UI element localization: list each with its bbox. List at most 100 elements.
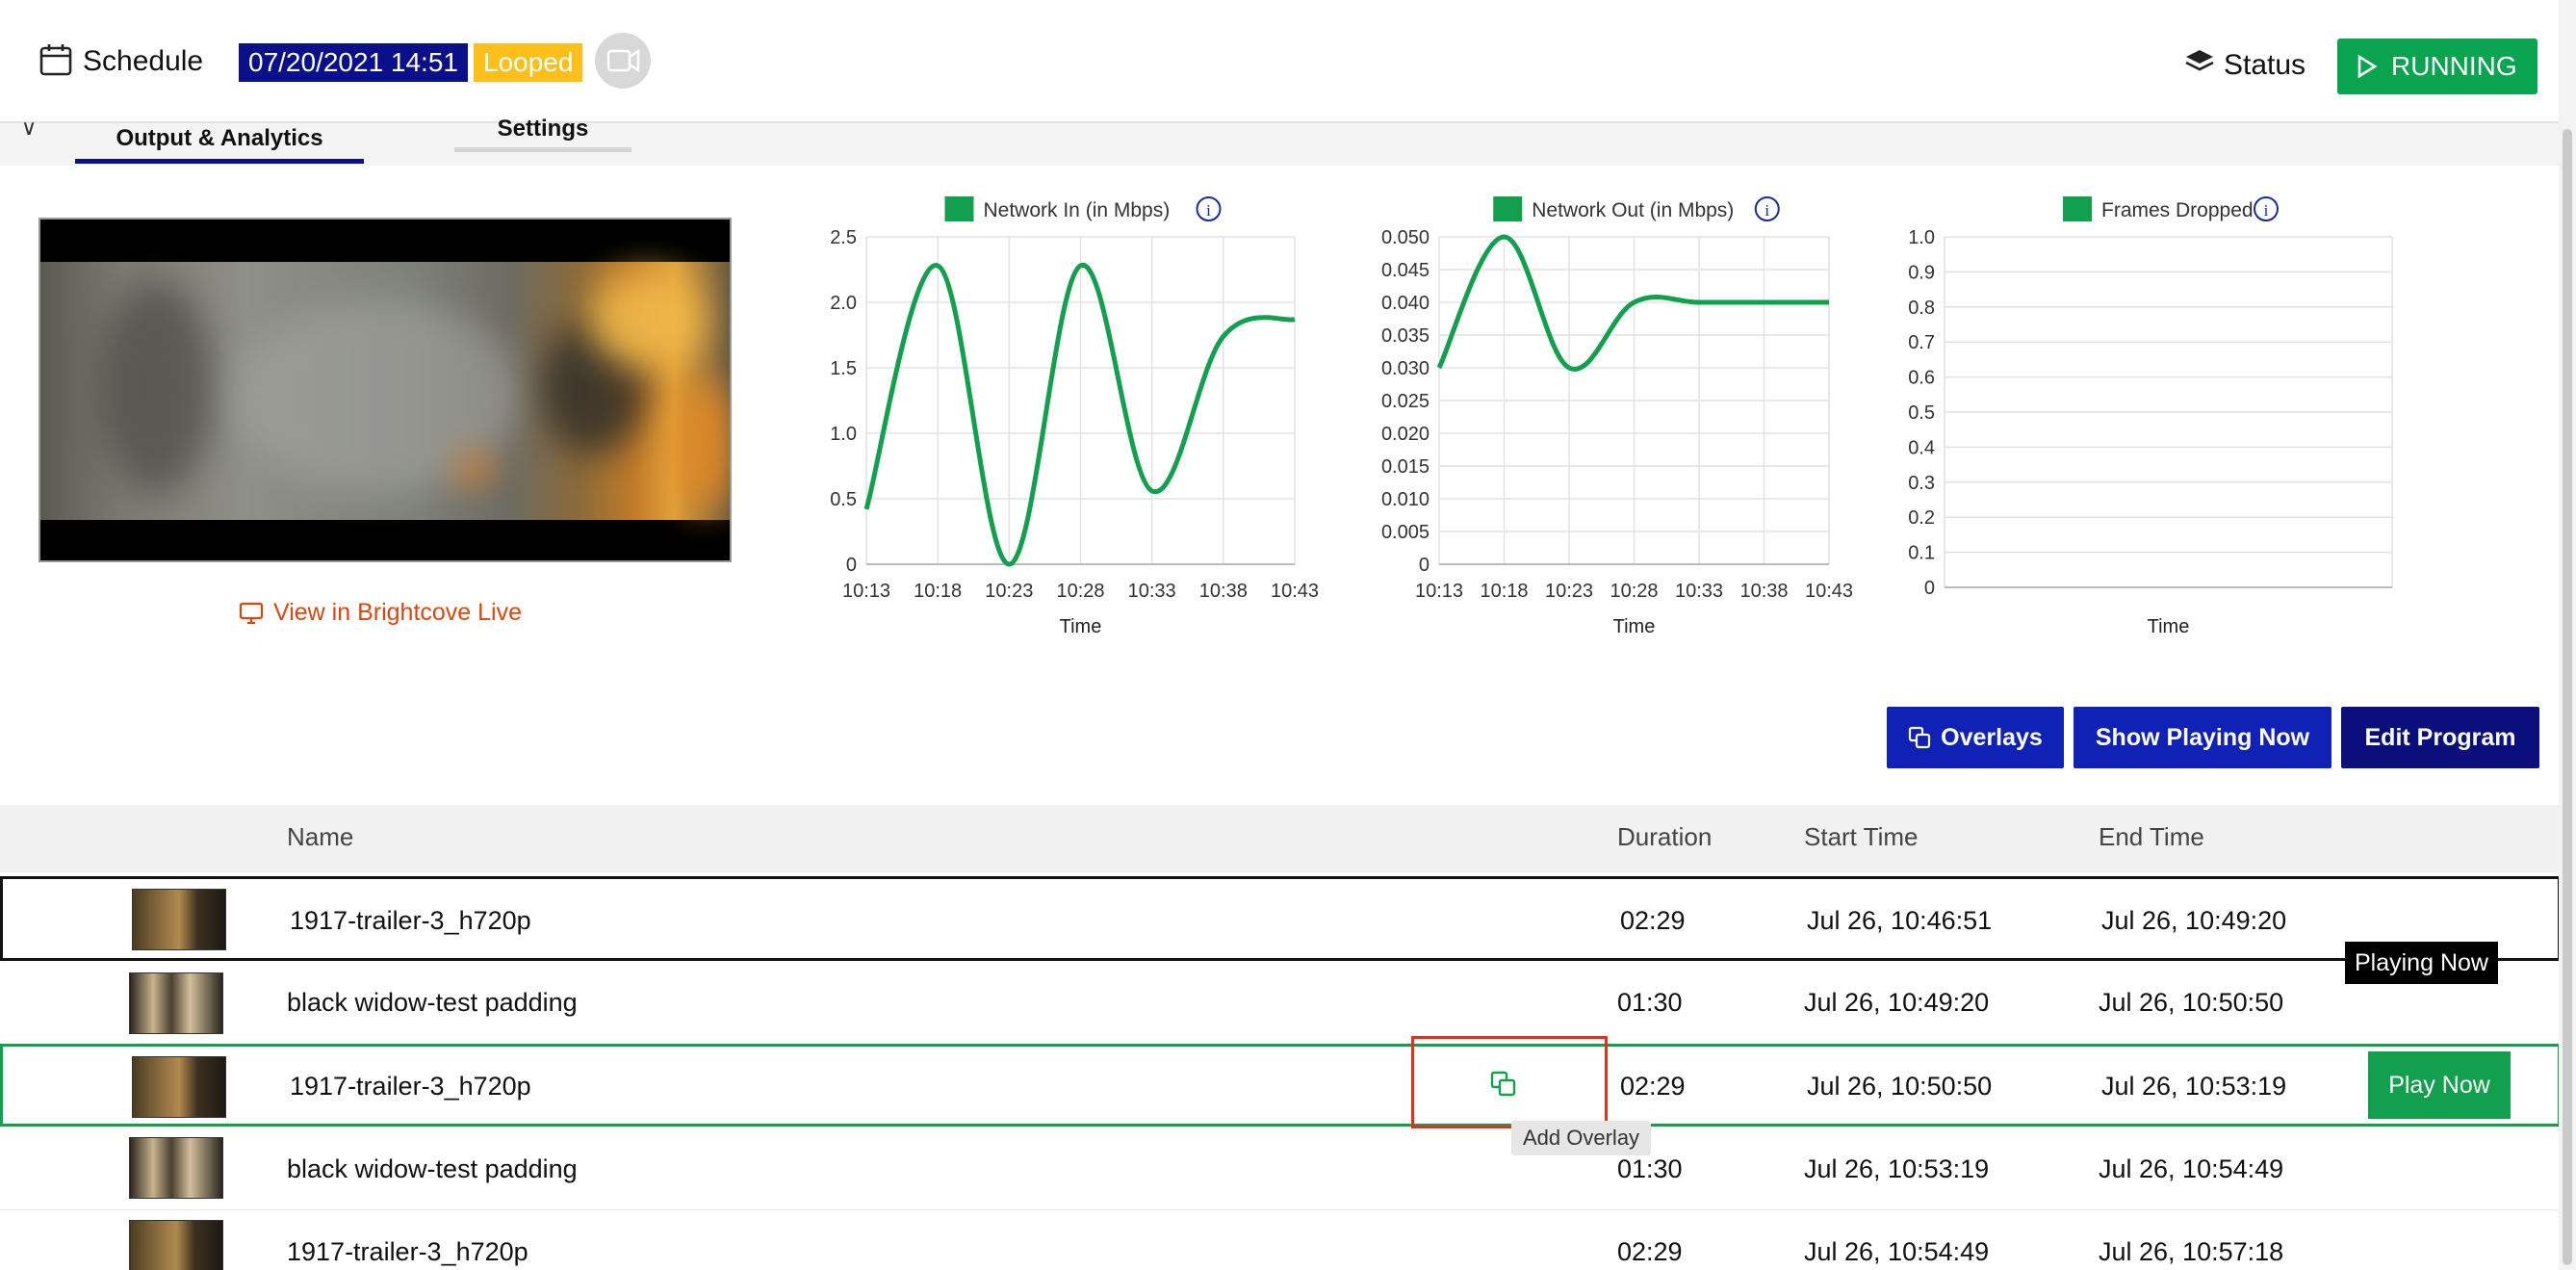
camera-button[interactable] bbox=[595, 33, 651, 89]
scrollbar-thumb[interactable] bbox=[2563, 129, 2572, 1265]
svg-text:i: i bbox=[1206, 201, 1211, 220]
table-row[interactable]: black widow-test padding 01:30 Jul 26, 10:… bbox=[0, 1127, 2561, 1209]
y-tick-label: 0 bbox=[846, 555, 857, 576]
legend-swatch bbox=[944, 196, 974, 221]
play-now-button[interactable]: Play Now bbox=[2368, 1051, 2511, 1119]
layers-icon bbox=[2185, 50, 2214, 71]
row-name: 1917-trailer-3_h720p bbox=[287, 1237, 528, 1266]
row-start: Jul 26, 10:54:49 bbox=[1804, 1237, 1990, 1266]
legend-label: Network In (in Mbps) bbox=[984, 199, 1171, 221]
tab-settings[interactable]: Settings bbox=[454, 110, 631, 152]
x-tick-label: 10:33 bbox=[1675, 581, 1723, 602]
video-camera-icon bbox=[606, 48, 640, 73]
legend-label: Network Out (in Mbps) bbox=[1532, 199, 1734, 221]
view-in-brightcove-link[interactable]: View in Brightcove Live bbox=[239, 599, 522, 627]
column-header-start-time[interactable]: Start Time bbox=[1804, 822, 1918, 852]
y-tick-label: 0.025 bbox=[1381, 391, 1430, 412]
y-tick-label: 0.6 bbox=[1908, 368, 1935, 389]
table-row[interactable]: black widow-test padding 01:30 Jul 26, 10:… bbox=[0, 963, 2561, 1046]
schedule-label[interactable]: Schedule bbox=[83, 42, 203, 81]
row-thumbnail bbox=[129, 1220, 223, 1270]
row-end: Jul 26, 10:54:49 bbox=[2099, 1154, 2284, 1183]
y-tick-label: 0.005 bbox=[1381, 522, 1430, 543]
row-start: Jul 26, 10:46:51 bbox=[1807, 906, 1993, 935]
info-icon[interactable]: i bbox=[1754, 196, 1780, 221]
x-tick-label: 10:18 bbox=[914, 581, 962, 602]
tab-output-analytics[interactable]: Output & Analytics bbox=[75, 117, 364, 164]
monitor-icon bbox=[239, 602, 264, 624]
info-icon[interactable]: i bbox=[1196, 196, 1222, 221]
x-tick-label: 10:18 bbox=[1480, 581, 1528, 602]
row-end: Jul 26, 10:57:18 bbox=[2099, 1237, 2284, 1266]
y-tick-label: 0.015 bbox=[1381, 456, 1430, 478]
table-row[interactable]: 1917-trailer-3_h720p 02:29 Jul 26, 10:46:5… bbox=[0, 876, 2561, 961]
y-tick-label: 0.9 bbox=[1908, 262, 1935, 283]
x-tick-label: 10:38 bbox=[1739, 581, 1788, 602]
x-tick-label: 10:28 bbox=[1056, 581, 1104, 602]
x-tick-label: 10:13 bbox=[1415, 581, 1463, 602]
row-end: Jul 26, 10:53:19 bbox=[2101, 1072, 2287, 1101]
y-tick-label: 0.1 bbox=[1908, 543, 1935, 564]
legend-swatch bbox=[2063, 196, 2092, 221]
y-tick-label: 0.035 bbox=[1381, 325, 1430, 347]
row-name: black widow-test padding bbox=[287, 1154, 578, 1183]
x-tick-label: 10:38 bbox=[1199, 581, 1248, 602]
running-button[interactable]: RUNNING bbox=[2337, 39, 2537, 94]
add-overlay-icon[interactable] bbox=[1490, 1071, 1517, 1098]
video-frame bbox=[40, 262, 730, 520]
x-tick-label: 10:43 bbox=[1805, 581, 1853, 602]
x-tick-label: 10:13 bbox=[842, 581, 890, 602]
frames-dropped-chart: Frames Dropped i 0 0.1 0.2 0.3 0.4 0.5 0.6 0.7 0.8… bbox=[1908, 196, 2393, 637]
y-tick-label: 0.010 bbox=[1381, 489, 1430, 510]
legend-label: Frames Dropped bbox=[2101, 199, 2254, 221]
copy-icon bbox=[1909, 726, 1931, 749]
y-tick-label: 0.5 bbox=[1908, 402, 1935, 424]
app-root: Schedule 07/20/2021 14:51 Looped Status … bbox=[0, 0, 2576, 1270]
column-header-name[interactable]: Name bbox=[287, 822, 353, 852]
column-header-end-time[interactable]: End Time bbox=[2099, 822, 2204, 852]
y-tick-label: 2.5 bbox=[830, 227, 857, 248]
row-end: Jul 26, 10:49:20 bbox=[2101, 906, 2287, 935]
row-duration: 02:29 bbox=[1620, 906, 1686, 935]
row-thumbnail bbox=[132, 889, 226, 950]
y-tick-label: 0.3 bbox=[1908, 473, 1935, 494]
row-thumbnail bbox=[129, 1137, 223, 1199]
svg-text:i: i bbox=[2264, 201, 2269, 220]
row-start: Jul 26, 10:53:19 bbox=[1804, 1154, 1990, 1183]
y-tick-label: 0.030 bbox=[1381, 358, 1430, 379]
add-overlay-tooltip: Add Overlay bbox=[1511, 1121, 1652, 1155]
view-link-label: View in Brightcove Live bbox=[273, 599, 523, 626]
info-icon[interactable]: i bbox=[2254, 196, 2279, 221]
x-axis-title: Time bbox=[2148, 616, 2190, 637]
calendar-icon bbox=[39, 44, 72, 76]
video-preview[interactable] bbox=[39, 218, 732, 562]
svg-text:i: i bbox=[1765, 201, 1769, 220]
edit-program-button[interactable]: Edit Program bbox=[2341, 707, 2539, 768]
row-duration: 01:30 bbox=[1617, 1154, 1683, 1183]
row-name: black widow-test padding bbox=[287, 988, 578, 1017]
row-thumbnail bbox=[129, 972, 223, 1034]
x-tick-label: 10:23 bbox=[1545, 581, 1593, 602]
y-tick-label: 0 bbox=[1924, 578, 1935, 599]
x-axis-title: Time bbox=[1613, 616, 1656, 637]
running-label: RUNNING bbox=[2391, 51, 2517, 81]
x-tick-label: 10:23 bbox=[985, 581, 1033, 602]
y-tick-label: 0.020 bbox=[1381, 424, 1430, 445]
row-start: Jul 26, 10:50:50 bbox=[1807, 1072, 1993, 1101]
y-tick-label: 0.4 bbox=[1908, 437, 1935, 458]
play-icon bbox=[2357, 54, 2378, 79]
table-row[interactable]: 1917-trailer-3_h720p 02:29 Jul 26, 10:54:4… bbox=[0, 1209, 2561, 1270]
y-tick-label: 0.8 bbox=[1908, 298, 1935, 319]
show-playing-now-button[interactable]: Show Playing Now bbox=[2074, 707, 2331, 768]
status-label: Status bbox=[2224, 49, 2306, 81]
row-duration: 02:29 bbox=[1620, 1072, 1686, 1101]
table-row[interactable]: 1917-trailer-3_h720p 02:29 Jul 26, 10:50:5… bbox=[0, 1044, 2561, 1127]
looped-badge: Looped bbox=[474, 43, 583, 82]
column-header-duration[interactable]: Duration bbox=[1617, 822, 1712, 852]
y-tick-label: 0 bbox=[1419, 555, 1430, 576]
overlays-button[interactable]: Overlays bbox=[1887, 707, 2064, 768]
row-end: Jul 26, 10:50:50 bbox=[2099, 988, 2284, 1017]
playing-now-badge: Playing Now bbox=[2345, 942, 2498, 984]
chevron-down-icon[interactable]: ∨ bbox=[21, 116, 37, 141]
x-tick-label: 10:43 bbox=[1271, 581, 1319, 602]
